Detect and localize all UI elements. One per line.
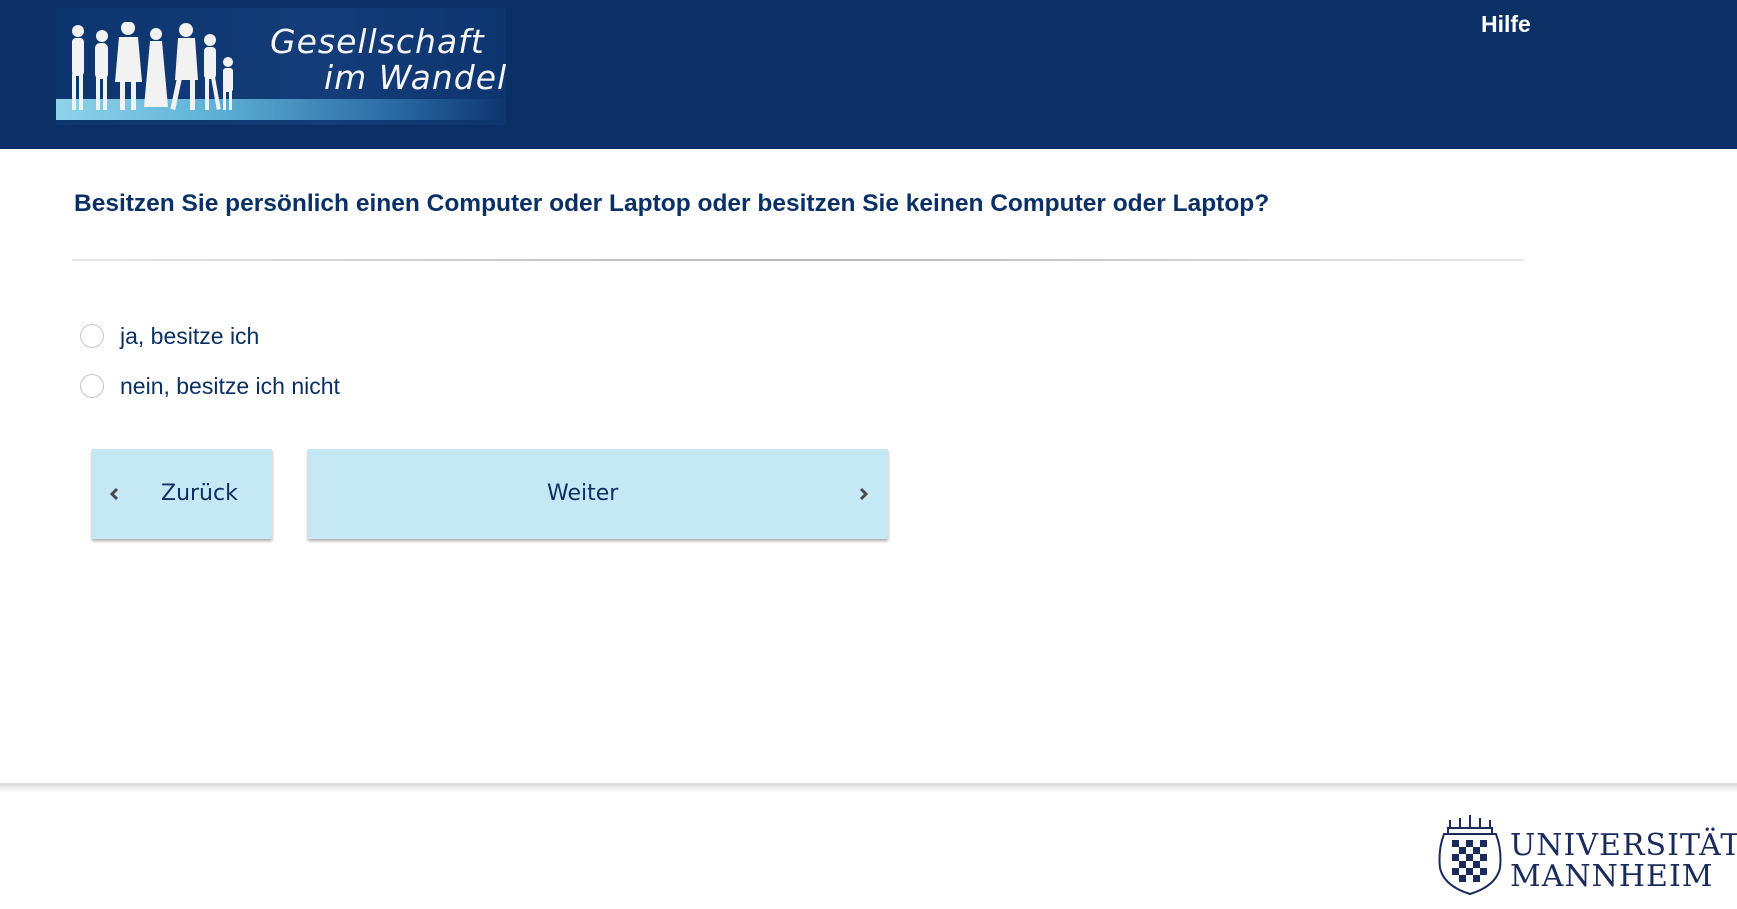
university-name: UNIVERSITÄT MANNHEIM [1510,830,1737,892]
option-ja[interactable]: ja, besitze ich [80,321,259,351]
university-crest-icon [1438,815,1502,896]
radio-button[interactable] [80,374,104,398]
logo-title-line2: im Wandel [324,58,506,97]
option-label: ja, besitze ich [120,322,260,349]
back-button-label: Zurück [161,481,238,506]
back-button[interactable]: Zurück [92,449,272,539]
header-bar: Gesellschaft im Wandel Hilfe [0,0,1737,149]
help-link[interactable]: Hilfe [1481,11,1531,38]
next-button[interactable]: Weiter [308,449,888,539]
people-silhouette-icon [72,22,233,110]
chevron-left-icon [109,487,119,501]
option-label: nein, besitze ich nicht [120,372,340,399]
university-name-line1: UNIVERSITÄT [1510,828,1737,863]
university-name-line2: MANNHEIM [1510,859,1714,894]
option-nein[interactable]: nein, besitze ich nicht [80,371,340,401]
question-text: Besitzen Sie persönlich einen Computer o… [74,190,1270,217]
radio-button[interactable] [80,324,104,348]
university-logo: UNIVERSITÄT MANNHEIM [1430,810,1737,900]
logo-title-line1: Gesellschaft [270,22,485,61]
chevron-right-icon [859,487,869,501]
question-divider [72,259,1524,261]
next-button-label: Weiter [547,481,619,506]
footer-divider [0,783,1737,793]
gesellschaft-im-wandel-logo: Gesellschaft im Wandel [56,8,506,125]
